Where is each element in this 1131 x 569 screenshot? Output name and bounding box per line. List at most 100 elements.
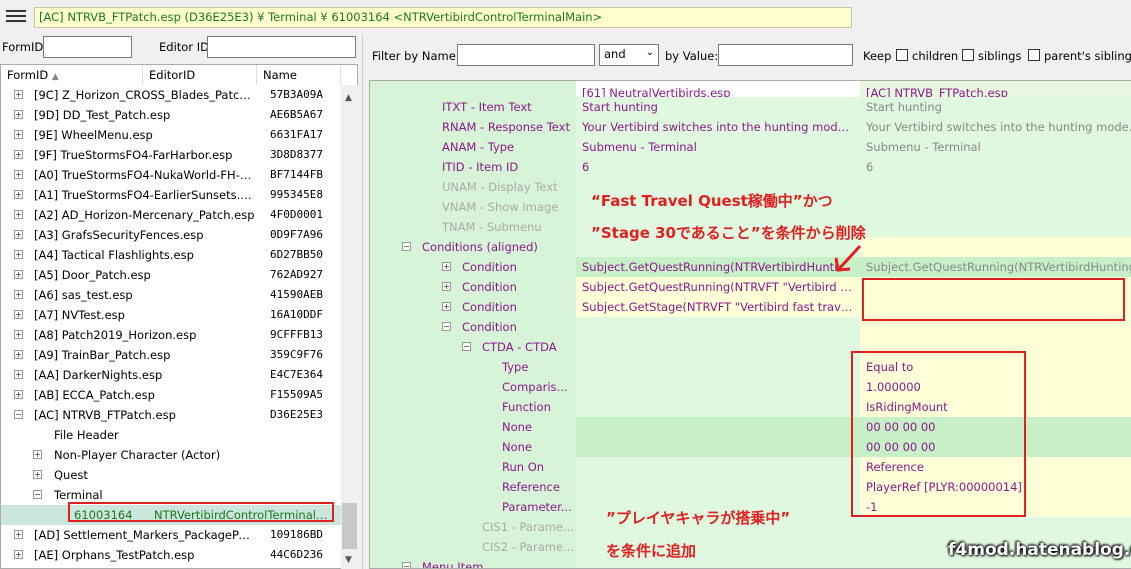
expand-icon[interactable]: + [33,450,42,459]
parents-siblings-checkbox[interactable] [1028,49,1040,61]
plugin-row[interactable]: + [A5] Door_Patch.esp 762AD927 [1,265,341,285]
plugin-row[interactable]: + [A6] sas_test.esp 41590AEB [1,285,341,305]
plugin-name: [AD] Settlement_Markers_PackagePatch.... [34,528,256,542]
annotation-arrow [834,244,862,272]
grid-row[interactable]: RNAM - Response Text Your Vertibird switc… [370,117,1131,137]
plugin-name: [A4] Tactical Flashlights.esp [34,248,194,262]
col-header-name[interactable]: Name [257,65,341,85]
plugin-row[interactable]: + [A8] Patch2019_Horizon.esp 9CFFFB13 [1,325,341,345]
expand-icon[interactable]: + [14,310,23,319]
field-label: VNAM - Show Image [442,200,559,214]
expand-icon[interactable]: + [14,230,23,239]
expand-icon[interactable]: + [14,290,23,299]
expand-icon[interactable]: − [402,562,411,568]
expand-icon[interactable]: + [14,270,23,279]
grid-row[interactable]: ITXT - Item Text Start hunting Start hunti… [370,97,1131,117]
field-label: ANAM - Type [442,140,515,154]
filter-value-input[interactable] [718,44,853,66]
field-value-col2: Submenu - Terminal [866,140,981,154]
plugin-row[interactable]: + [A0] TrueStormsFO4-NukaWorld-FH-Co... BF… [1,165,341,185]
grid-row[interactable]: ITID - Item ID 6 6 [370,157,1131,177]
plugin-row[interactable]: + [9D] DD_Test_Patch.esp AE6B5A67 [1,105,341,125]
field-value-col1: Submenu - Terminal [582,140,697,154]
expand-icon[interactable]: − [442,322,451,331]
children-checkbox[interactable] [896,49,908,61]
annotation-removed-2: ”Stage 30であること”を条件から削除 [591,224,866,242]
field-label: Conditions (aligned) [422,240,538,254]
plugin-row[interactable]: + [A9] TrainBar_Patch.esp 359C9F76 [1,345,341,365]
tree-scrollbar[interactable]: ▲ ▼ [341,85,358,569]
plugin-formid: 109186BD [270,528,323,541]
expand-icon[interactable]: + [33,470,42,479]
expand-icon[interactable]: + [14,250,23,259]
plugin-row[interactable]: + [A4] Tactical Flashlights.esp 6D27BB50 [1,245,341,265]
filter-operator-select[interactable]: and ⌄ [599,44,659,66]
expand-icon[interactable]: + [14,330,23,339]
plugin-formid: 3D8D8377 [270,148,323,161]
expand-icon[interactable]: + [14,90,23,99]
field-label: Comparis... [502,380,568,394]
plugin-name: [A6] sas_test.esp [34,288,133,302]
expand-icon[interactable]: + [442,262,451,271]
grid-row[interactable]: + Condition Subject.GetQuestRunning(NTRVer… [370,257,1131,277]
expand-icon[interactable]: + [14,210,23,219]
plugin-formid: 44C6D236 [270,548,323,561]
scroll-down-icon[interactable]: ▼ [345,555,352,565]
field-label: Type [502,360,529,374]
expand-icon[interactable]: + [14,190,23,199]
expand-icon[interactable]: − [33,490,42,499]
expand-icon[interactable]: − [462,342,471,351]
plugin-formid: D36E25E3 [270,408,323,421]
expand-icon[interactable]: + [14,150,23,159]
plugin-row[interactable]: − [AC] NTRVB_FTPatch.esp D36E25E3 [1,405,341,425]
expand-icon[interactable]: − [402,242,411,251]
plugin-row[interactable]: + [AA] DarkerNights.esp E4C7E364 [1,365,341,385]
filter-name-input[interactable] [457,44,595,66]
editorid-search-input[interactable] [207,36,356,58]
field-label: None [502,440,533,454]
col-header-editorid[interactable]: EditorID [143,65,257,85]
expand-icon[interactable]: + [14,350,23,359]
plugin-row[interactable]: + [A3] GrafsSecurityFences.esp 0D9F7A96 [1,225,341,245]
siblings-label: siblings [978,49,1022,63]
field-label: Condition [462,300,517,314]
expand-icon[interactable]: + [14,110,23,119]
plugin-row[interactable]: + [A2] AD_Horizon-Mercenary_Patch.esp 4F0D… [1,205,341,225]
expand-icon[interactable]: − [14,410,23,419]
expand-icon[interactable]: + [14,370,23,379]
grid-row[interactable]: ANAM - Type Submenu - Terminal Submenu - T… [370,137,1131,157]
scroll-thumb[interactable] [342,503,357,549]
col-header-formid[interactable]: FormID ▲ [1,65,143,85]
scroll-up-icon[interactable]: ▲ [345,93,352,103]
plugin-row[interactable]: + [9F] TrueStormsFO4-FarHarbor.esp 3D8D837… [1,145,341,165]
expand-icon[interactable]: + [442,282,451,291]
plugin-row[interactable]: + [A7] NVTest.esp 16A10DDF [1,305,341,325]
group-row[interactable]: File Header [1,425,341,445]
plugin-row[interactable]: + [9C] Z_Horizon_CROSS_Blades_Patch_Te...… [1,85,341,105]
group-row[interactable]: + Quest [1,465,341,485]
plugin-name: [A5] Door_Patch.esp [34,268,151,282]
plugin-row[interactable]: + [9E] WheelMenu.esp 6631FA17 [1,125,341,145]
plugin-name: [AE] Orphans_TestPatch.esp [34,548,195,562]
expand-icon[interactable]: + [14,530,23,539]
plugin-formid: 6631FA17 [270,128,323,141]
expand-icon[interactable]: + [14,390,23,399]
plugin-row[interactable]: + [A1] TrueStormsFO4-EarlierSunsets.esp 99… [1,185,341,205]
siblings-checkbox[interactable] [962,49,974,61]
expand-icon[interactable]: + [14,130,23,139]
record-path-field[interactable]: [AC] NTRVB_FTPatch.esp (D36E25E3) ¥ Term… [34,7,852,28]
watermark: f4mod.hatenablog.com [948,540,1131,560]
plugin-formid: 41590AEB [270,288,323,301]
plugin-row[interactable]: + [AD] Settlement_Markers_PackagePatch...… [1,525,341,545]
plugin-row[interactable]: + [AB] ECCA_Patch.esp F15509A5 [1,385,341,405]
group-row[interactable]: + Non-Player Character (Actor) [1,445,341,465]
expand-icon[interactable]: + [14,170,23,179]
plugin-row[interactable]: + [AE] Orphans_TestPatch.esp 44C6D236 [1,545,341,565]
hamburger-menu-icon[interactable] [6,10,26,24]
expand-icon[interactable]: + [442,302,451,311]
title-bar: [AC] NTRVB_FTPatch.esp (D36E25E3) ¥ Term… [0,0,1131,34]
expand-icon[interactable]: + [14,550,23,559]
field-label: Condition [462,260,517,274]
field-label: Condition [462,280,517,294]
formid-search-input[interactable] [43,36,132,58]
